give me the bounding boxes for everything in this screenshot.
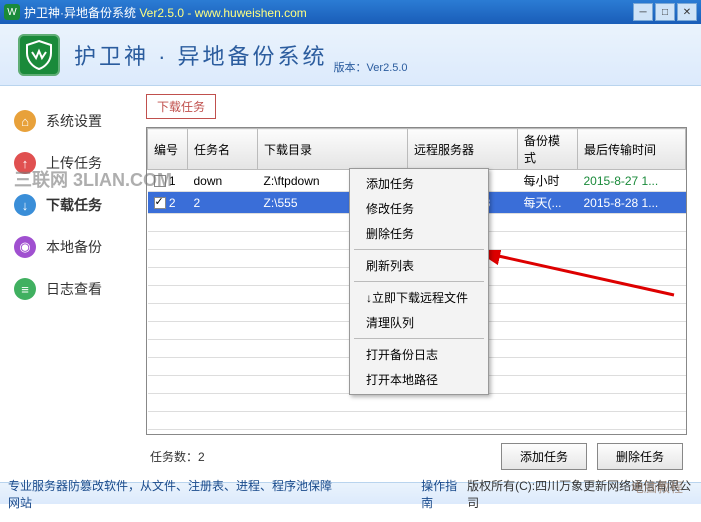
row-checkbox[interactable]: [154, 175, 166, 187]
sidebar-item-label: 本地备份: [46, 237, 102, 257]
context-menu-item[interactable]: ↓立即下载远程文件: [352, 285, 486, 310]
context-menu-item[interactable]: 刷新列表: [352, 253, 486, 278]
col-time[interactable]: 最后传输时间: [578, 129, 686, 170]
version-label: 版本：Ver2.5.0: [334, 59, 408, 75]
context-menu-item[interactable]: 清理队列: [352, 310, 486, 335]
sidebar-item-backup[interactable]: ◉ 本地备份: [8, 226, 138, 268]
context-menu-item[interactable]: 打开本地路径: [352, 367, 486, 392]
context-menu-item[interactable]: 打开备份日志: [352, 342, 486, 367]
task-count: 任务数：2: [150, 448, 205, 465]
sidebar-item-label: 系统设置: [46, 111, 102, 131]
add-task-button[interactable]: 添加任务: [501, 443, 587, 470]
close-button[interactable]: ✕: [677, 3, 697, 21]
col-server[interactable]: 远程服务器: [408, 129, 518, 170]
context-menu-separator: [354, 338, 484, 339]
sidebar: ⌂ 系统设置 ↑ 上传任务 ↓ 下载任务 ◉ 本地备份 ≡ 日志查看: [0, 86, 138, 482]
col-mode[interactable]: 备份模式: [518, 129, 578, 170]
table-row: [148, 412, 686, 430]
app-title: 护卫神 · 异地备份系统: [74, 39, 328, 71]
table-row: [148, 394, 686, 412]
maximize-button[interactable]: □: [655, 3, 675, 21]
table-header-row: 编号 任务名 下载目录 远程服务器 备份模式 最后传输时间: [148, 129, 686, 170]
row-checkbox[interactable]: [154, 197, 166, 209]
upload-icon: ↑: [14, 152, 36, 174]
context-menu-separator: [354, 249, 484, 250]
sidebar-item-label: 日志查看: [46, 279, 102, 299]
titlebar: W 护卫神·异地备份系统 Ver2.5.0 - www.huweishen.co…: [0, 0, 701, 24]
bottom-bar: 任务数：2 添加任务 删除任务: [146, 435, 687, 474]
context-menu-item[interactable]: 修改任务: [352, 196, 486, 221]
main-panel: 下载任务 编号 任务名 下载目录 远程服务器 备份模式 最后传输时间 1down…: [138, 86, 701, 482]
col-name[interactable]: 任务名: [188, 129, 258, 170]
settings-icon: ⌂: [14, 110, 36, 132]
backup-icon: ◉: [14, 236, 36, 258]
sidebar-item-label: 上传任务: [46, 153, 102, 173]
context-menu-item[interactable]: 添加任务: [352, 171, 486, 196]
app-icon-small: W: [4, 4, 20, 20]
minimize-button[interactable]: ─: [633, 3, 653, 21]
sidebar-item-upload[interactable]: ↑ 上传任务: [8, 142, 138, 184]
col-id[interactable]: 编号: [148, 129, 188, 170]
context-menu-item[interactable]: 删除任务: [352, 221, 486, 246]
task-table-wrap: 编号 任务名 下载目录 远程服务器 备份模式 最后传输时间 1downZ:\ft…: [146, 127, 687, 435]
delete-task-button[interactable]: 删除任务: [597, 443, 683, 470]
sidebar-item-download[interactable]: ↓ 下载任务: [8, 184, 138, 226]
header: 护卫神 · 异地备份系统 版本：Ver2.5.0: [0, 24, 701, 86]
download-icon: ↓: [14, 194, 36, 216]
sidebar-item-label: 下载任务: [46, 195, 102, 215]
tab-download-tasks[interactable]: 下载任务: [146, 94, 216, 119]
window-title: 护卫神·异地备份系统 Ver2.5.0 - www.huweishen.com: [24, 4, 307, 21]
log-icon: ≡: [14, 278, 36, 300]
col-dir[interactable]: 下载目录: [258, 129, 408, 170]
context-menu-separator: [354, 281, 484, 282]
context-menu: 添加任务修改任务删除任务刷新列表 ↓立即下载远程文件清理队列打开备份日志打开本地路…: [349, 168, 489, 395]
statusbar: 专业服务器防篡改软件，从文件、注册表、进程、程序池保障网站 操作指南 版权所有(…: [0, 482, 701, 504]
app-logo: [18, 34, 60, 76]
table-row: [148, 430, 686, 436]
sidebar-item-logs[interactable]: ≡ 日志查看: [8, 268, 138, 310]
sidebar-item-settings[interactable]: ⌂ 系统设置: [8, 100, 138, 142]
